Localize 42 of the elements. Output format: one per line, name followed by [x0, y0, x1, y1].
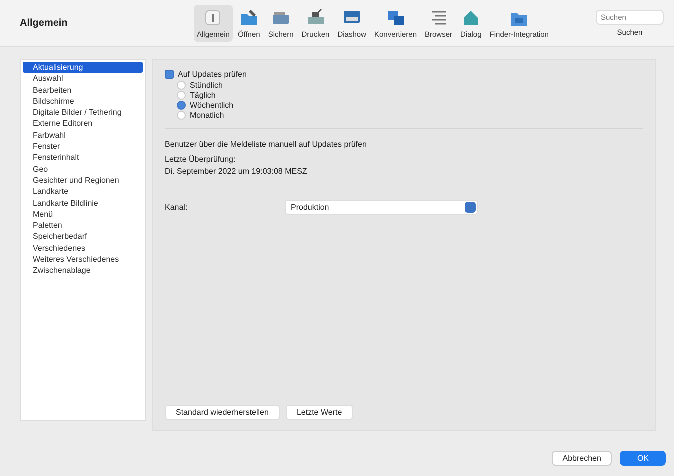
sidebar-item[interactable]: Digitale Bilder / Tethering — [21, 107, 145, 118]
radio-button[interactable] — [177, 111, 186, 120]
checkbox[interactable] — [165, 70, 174, 79]
sidebar-item[interactable]: Weiteres Verschiedenes — [21, 254, 145, 266]
sidebar-item[interactable]: Aktualisierung — [23, 62, 143, 74]
sidebar-item[interactable]: Speicherbedarf — [21, 231, 145, 243]
sidebar-item[interactable]: Zwischenablage — [21, 265, 145, 277]
sidebar-item[interactable]: Landkarte Bildlinie — [21, 198, 145, 209]
radio-label: Täglich — [190, 91, 216, 100]
radio-button[interactable] — [177, 91, 186, 100]
ok-button[interactable]: OK — [620, 451, 666, 466]
folder-icon — [239, 8, 260, 28]
channel-label: Kanal: — [165, 203, 189, 212]
panel-button[interactable]: Standard wiederherstellen — [165, 405, 280, 420]
info-text: Benutzer über die Meldeliste manuell auf Updates prüfen — [165, 140, 368, 149]
radio-label: Monatlich — [190, 111, 224, 120]
radio-button[interactable] — [177, 101, 186, 110]
dropdown-arrow-icon — [465, 202, 476, 213]
sidebar-item[interactable]: Bearbeiten — [21, 84, 145, 96]
switch-icon — [203, 8, 224, 28]
sidebar-item[interactable]: Fensterinhalt — [21, 152, 145, 164]
checkbox-label: Auf Updates prüfen — [178, 70, 247, 79]
radio-label: Stündlich — [190, 81, 223, 90]
channel-dropdown[interactable]: Produktion — [285, 200, 478, 215]
window-title: Allgemein — [20, 18, 69, 28]
sidebar-item[interactable]: Farbwahl — [21, 130, 145, 142]
sidebar-item[interactable]: Auswahl — [21, 73, 145, 85]
radio-label: Wöchentlich — [190, 101, 234, 110]
sidebar-item[interactable]: Verschiedenes — [21, 242, 145, 254]
sidebar-item[interactable]: Geo — [21, 164, 145, 175]
sidebar-item[interactable]: Gesichter und Regionen — [21, 174, 145, 186]
radio-button[interactable] — [177, 81, 186, 90]
sidebar-item[interactable]: Paletten — [21, 220, 145, 232]
panel-button[interactable]: Letzte Werte — [286, 405, 354, 420]
last-check-label: Letzte Überprüfung: — [165, 155, 237, 164]
cancel-button[interactable]: Abbrechen — [552, 451, 612, 466]
sidebar-item[interactable]: Menü — [21, 208, 145, 220]
sidebar-item[interactable]: Bildschirme — [21, 96, 145, 108]
last-check-date: Di. September 2022 um 19:03:08 MESZ — [165, 167, 308, 176]
sidebar-item[interactable]: Fenster — [21, 141, 145, 152]
sidebar-item[interactable]: Externe Editoren — [21, 118, 145, 130]
sidebar-item[interactable]: Landkarte — [21, 186, 145, 198]
